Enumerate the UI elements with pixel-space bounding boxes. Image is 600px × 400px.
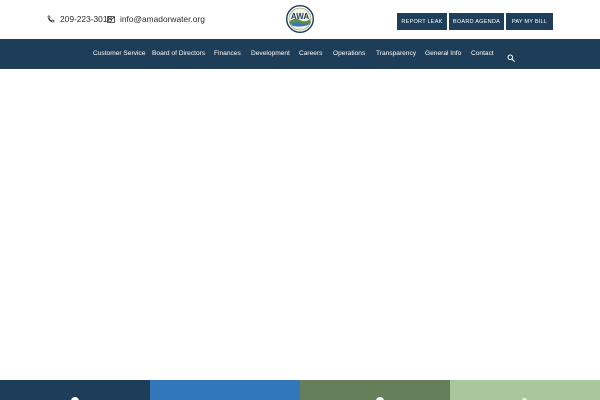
feature-tile-3[interactable]: [300, 380, 450, 400]
nav-item-transparency[interactable]: Transparency: [376, 39, 416, 69]
phone-number: 209-223-3018: [60, 14, 113, 24]
nav-item-general-info[interactable]: General Info: [425, 39, 461, 69]
phone-icon: [47, 15, 55, 23]
hero-area: [0, 69, 600, 380]
nav-item-customer-service[interactable]: Customer Service: [93, 39, 145, 69]
phone-link[interactable]: 209-223-3018: [47, 11, 112, 27]
awa-logo[interactable]: AWA: [286, 5, 314, 33]
nav-item-board-of-directors[interactable]: Board of Directors: [152, 39, 205, 69]
feature-tile-2[interactable]: [150, 380, 300, 400]
search-icon[interactable]: [507, 49, 517, 62]
pay-bill-button[interactable]: PAY MY BILL: [506, 13, 553, 30]
envelope-icon: [107, 15, 115, 23]
top-bar: 209-223-3018 info@amadorwater.org AWA RE…: [0, 0, 600, 39]
logo-lettering: AWA: [291, 12, 309, 21]
board-agenda-button[interactable]: BOARD AGENDA: [449, 13, 504, 30]
nav-item-operations[interactable]: Operations: [333, 39, 365, 69]
report-leak-button[interactable]: REPORT LEAK: [397, 13, 447, 30]
feature-tile-4[interactable]: [450, 380, 600, 400]
nav-item-careers[interactable]: Careers: [299, 39, 322, 69]
nav-item-contact[interactable]: Contact: [471, 39, 494, 69]
nav-item-development[interactable]: Development: [251, 39, 290, 69]
feature-tile-1[interactable]: [0, 380, 150, 400]
email-address: info@amadorwater.org: [120, 14, 205, 24]
email-link[interactable]: info@amadorwater.org: [107, 11, 205, 27]
nav-item-finances[interactable]: Finances: [214, 39, 241, 69]
main-nav: Customer Service Board of Directors Fina…: [0, 39, 600, 69]
